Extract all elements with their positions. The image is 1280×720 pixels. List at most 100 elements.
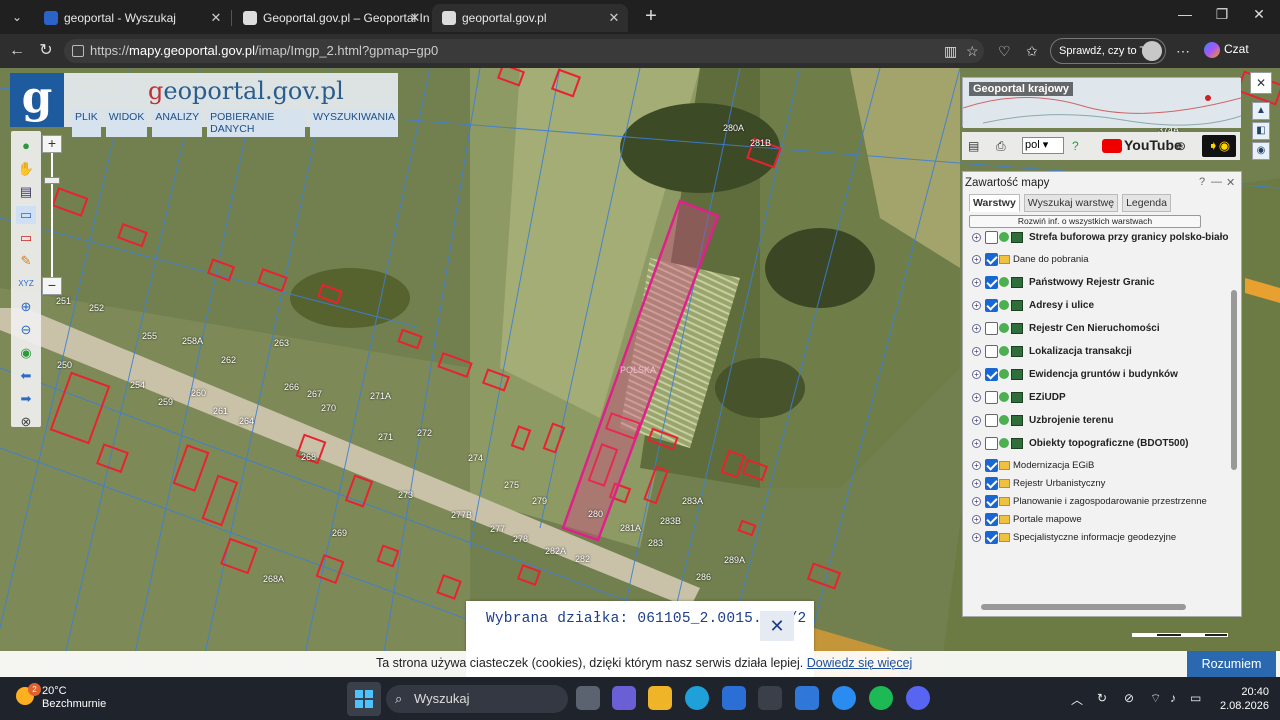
tab-warstwy[interactable]: Warstwy <box>969 194 1020 212</box>
zoom-minus-button[interactable]: − <box>42 277 62 295</box>
layer-checkbox[interactable] <box>985 368 998 381</box>
favorite-star-icon[interactable]: ☆ <box>966 43 979 60</box>
split-screen-icon[interactable]: ▥ <box>944 43 957 60</box>
minimap-toggle-icon[interactable]: ▲ <box>1252 102 1270 120</box>
close-tab-icon[interactable]: ✕ <box>606 4 622 32</box>
reload-icon[interactable]: ↻ <box>35 40 57 62</box>
scroll-thumb[interactable] <box>981 604 1186 610</box>
select-parcel-icon[interactable]: ▭ <box>16 229 36 247</box>
panel-minimize-icon[interactable]: — <box>1211 176 1222 188</box>
url-input[interactable]: https://mapy.geoportal.gov.pl/imap/Imgp_… <box>64 39 984 63</box>
layer-row[interactable]: + Modernizacja EGiB <box>963 458 1229 476</box>
high-contrast-eye-icon[interactable]: ➧◉ <box>1202 135 1236 157</box>
edge-icon[interactable] <box>685 686 709 710</box>
menu-analizy[interactable]: ANALIZY <box>152 109 203 137</box>
list-icon[interactable]: ▤ <box>968 139 979 153</box>
store-icon[interactable] <box>722 686 746 710</box>
cookie-accept-button[interactable]: Rozumiem <box>1187 651 1276 677</box>
previous-view-icon[interactable]: ⬅ <box>16 367 36 385</box>
scroll-thumb[interactable] <box>1231 290 1237 470</box>
layer-row[interactable]: + Dane do pobrania <box>963 252 1229 270</box>
minimize-icon[interactable]: — <box>1170 6 1200 22</box>
layer-checkbox[interactable] <box>985 495 998 508</box>
sync-icon[interactable]: ↻ <box>1097 691 1107 705</box>
tab-wyszukaj-warstwe[interactable]: Wyszukaj warstwę <box>1023 194 1119 212</box>
youtube-link[interactable]: YouTube <box>1102 137 1182 154</box>
layer-checkbox[interactable] <box>985 531 998 544</box>
zoom-handle[interactable] <box>44 177 60 184</box>
layer-row[interactable]: + Planowanie i zagospodarowanie przestrze… <box>963 494 1229 512</box>
layer-row[interactable]: + Specjalistyczne informacje geodezyjne <box>963 530 1229 548</box>
location-off-icon[interactable]: ⊘ <box>1124 691 1134 705</box>
app-cube-icon[interactable] <box>758 686 782 710</box>
layer-row[interactable]: + EZiUDP <box>963 390 1229 408</box>
messenger-icon[interactable] <box>832 686 856 710</box>
app-chart-icon[interactable] <box>795 686 819 710</box>
expand-layer-icon[interactable]: + <box>972 393 981 402</box>
close-tab-icon[interactable]: ✕ <box>407 4 423 32</box>
menu-widok[interactable]: WIDOK <box>105 109 148 137</box>
select-area-icon[interactable]: ▭ <box>16 206 36 224</box>
more-menu-icon[interactable]: ⋯ <box>1176 43 1190 60</box>
close-tab-icon[interactable]: ✕ <box>208 4 224 32</box>
close-icon[interactable]: ✕ <box>760 611 794 641</box>
site-info-icon[interactable] <box>72 45 84 57</box>
next-view-icon[interactable]: ➡ <box>16 390 36 408</box>
help-icon[interactable]: ? <box>1072 139 1079 153</box>
wifi-icon[interactable]: ⌔ <box>1150 691 1161 706</box>
volume-icon[interactable]: ♪ <box>1170 691 1176 705</box>
layer-checkbox[interactable] <box>985 414 998 427</box>
expand-layer-icon[interactable]: + <box>972 497 981 506</box>
zoom-plus-button[interactable]: + <box>42 135 62 153</box>
layer-checkbox[interactable] <box>985 513 998 526</box>
zoom-out-icon[interactable]: ⊖ <box>16 321 36 339</box>
layer-checkbox[interactable] <box>985 477 998 490</box>
menu-wyszukiwania[interactable]: WYSZUKIWANIA <box>310 109 398 137</box>
expand-layer-icon[interactable]: + <box>972 479 981 488</box>
zoom-slider[interactable]: + − <box>42 135 62 295</box>
expand-all-layers-button[interactable]: Rozwiń inf. o wszystkich warstwach <box>969 215 1201 228</box>
layer-row[interactable]: + Rejestr Cen Nieruchomości <box>963 321 1229 339</box>
zoom-track[interactable] <box>51 153 53 277</box>
accessibility-icon[interactable]: ⊛ <box>1176 139 1186 153</box>
spotify-icon[interactable] <box>869 686 893 710</box>
coordinates-icon[interactable]: XYZ <box>16 275 36 293</box>
layers-vertical-scrollbar[interactable] <box>1230 282 1238 582</box>
document-icon[interactable]: ▤ <box>16 183 36 201</box>
expand-layer-icon[interactable]: + <box>972 324 981 333</box>
map-viewport[interactable]: POLSKA 251 252 255 258A 262 263 250 254 259 260 26… <box>0 68 1280 677</box>
file-explorer-icon[interactable] <box>648 686 672 710</box>
expand-layer-icon[interactable]: + <box>972 278 981 287</box>
overlay-toggle-icon[interactable]: ◧ <box>1252 122 1270 140</box>
taskbar-search[interactable]: ⌕ Wyszukaj <box>386 685 568 713</box>
tray-chevron-icon[interactable]: ︿ <box>1071 691 1083 708</box>
layer-row[interactable]: + Uzbrojenie terenu <box>963 413 1229 431</box>
print-icon[interactable]: ⎙ <box>996 139 1006 154</box>
copilot-button[interactable]: Czat <box>1204 42 1249 58</box>
discord-icon[interactable] <box>906 686 930 710</box>
expand-layer-icon[interactable]: + <box>972 370 981 379</box>
layer-row[interactable]: + Portale mapowe <box>963 512 1229 530</box>
expand-layer-icon[interactable]: + <box>972 347 981 356</box>
back-arrow-icon[interactable]: ← <box>6 40 28 62</box>
draw-pencil-icon[interactable]: ✎ <box>16 252 36 270</box>
clear-icon[interactable]: ⊗ <box>16 413 36 431</box>
layer-checkbox[interactable] <box>985 299 998 312</box>
geoportal-logo[interactable]: g <box>10 73 64 127</box>
layer-checkbox[interactable] <box>985 391 998 404</box>
layer-row[interactable]: + Państwowy Rejestr Granic <box>963 275 1229 293</box>
new-tab-icon[interactable]: + <box>640 6 662 28</box>
task-view-icon[interactable] <box>576 686 600 710</box>
layer-row[interactable]: + Lokalizacja transakcji <box>963 344 1229 362</box>
layer-row[interactable]: + Rejestr Urbanistyczny <box>963 476 1229 494</box>
full-extent-globe-icon[interactable]: ◉ <box>16 344 36 362</box>
browser-essentials-icon[interactable]: ♡ <box>998 43 1011 60</box>
favorites-icon[interactable]: ✩ <box>1026 43 1038 60</box>
expand-layer-icon[interactable]: + <box>972 301 981 310</box>
expand-layer-icon[interactable]: + <box>972 439 981 448</box>
language-select[interactable]: pol ▾ <box>1022 137 1064 154</box>
layer-row[interactable]: + Adresy i ulice <box>963 298 1229 316</box>
layer-checkbox[interactable] <box>985 231 998 244</box>
expand-layer-icon[interactable]: + <box>972 533 981 542</box>
pan-hand-icon[interactable]: ✋ <box>16 160 36 178</box>
